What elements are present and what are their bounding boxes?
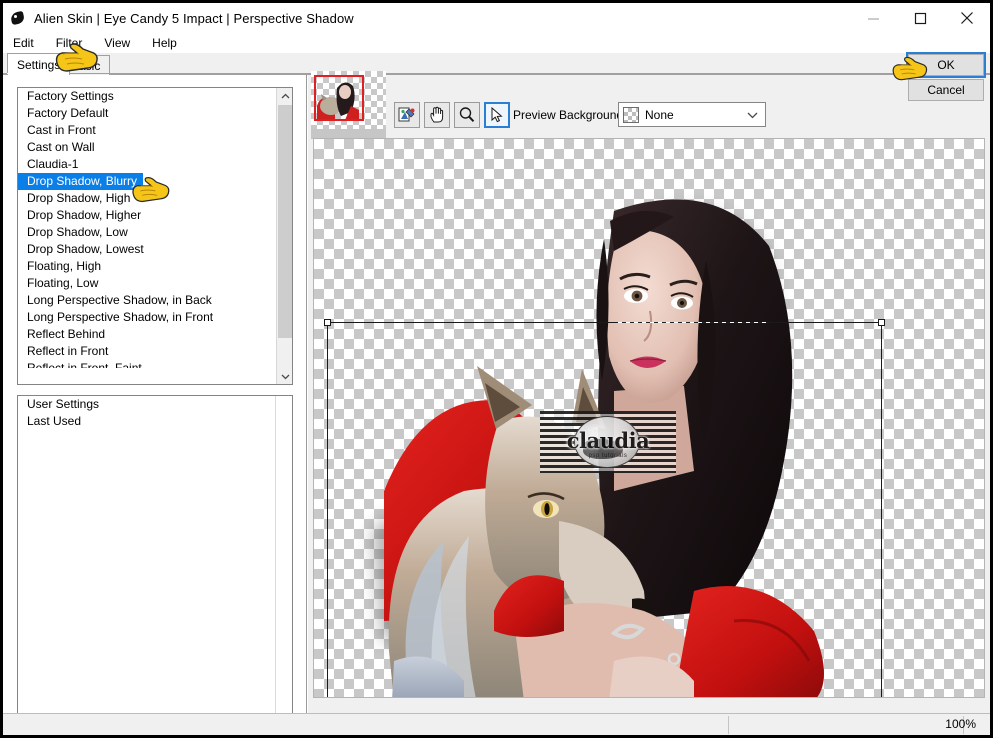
- zoom-magnifier-button[interactable]: [454, 102, 480, 128]
- navigator-viewport-rect[interactable]: [314, 75, 364, 121]
- list-item[interactable]: Floating, High: [18, 258, 277, 275]
- list-item[interactable]: Factory Default: [18, 105, 277, 122]
- preview-canvas[interactable]: claudia psp tutorials: [313, 138, 985, 698]
- list-item[interactable]: Last Used: [18, 413, 277, 430]
- list-header-factory: Factory Settings: [27, 89, 114, 103]
- list-item[interactable]: Drop Shadow, Higher: [18, 207, 277, 224]
- minimize-button[interactable]: [851, 3, 896, 33]
- settings-panel: Factory Settings Factory Default Cast in…: [3, 75, 307, 735]
- status-divider: [728, 716, 729, 734]
- watermark-subtext: psp tutorials: [588, 453, 628, 459]
- preview-toolbar: Preview Background: None OK Cancel: [308, 52, 990, 139]
- maximize-button[interactable]: [898, 3, 943, 33]
- transparency-swatch-icon: [623, 106, 639, 123]
- compare-preview-icon: [398, 107, 415, 122]
- menu-item-view[interactable]: View: [104, 33, 130, 53]
- active-tab-underline: [7, 73, 61, 74]
- factory-list-scrollbar[interactable]: [276, 88, 292, 384]
- list-item[interactable]: Cast on Wall: [18, 139, 277, 156]
- menu-item-edit[interactable]: Edit: [13, 33, 34, 53]
- pan-hand-button[interactable]: [424, 102, 450, 128]
- list-item[interactable]: Long Perspective Shadow, in Front: [18, 309, 277, 326]
- list-item[interactable]: Floating, Low: [18, 275, 277, 292]
- preview-background-value: None: [645, 107, 674, 122]
- watermark-text: claudia: [566, 428, 650, 453]
- zoom-level-indicator: 100%: [945, 717, 976, 731]
- cancel-button[interactable]: Cancel: [908, 79, 984, 101]
- menu-bar: Edit Filter View Help: [3, 33, 990, 53]
- watermark-overlay: claudia psp tutorials: [540, 411, 676, 473]
- ok-button[interactable]: OK: [906, 52, 986, 78]
- listbox-divider: [275, 396, 276, 735]
- preview-background-label: Preview Background:: [513, 108, 627, 122]
- scroll-up-arrow[interactable]: [277, 88, 292, 104]
- arrow-pointer-button[interactable]: [484, 102, 510, 128]
- list-item[interactable]: Long Perspective Shadow, in Back: [18, 292, 277, 309]
- list-item[interactable]: Reflect Behind: [18, 326, 277, 343]
- list-item[interactable]: Reflect in Front: [18, 343, 277, 360]
- alien-skin-icon: [9, 10, 26, 26]
- status-bar: 100%: [3, 713, 990, 735]
- close-button[interactable]: [944, 3, 989, 33]
- close-icon: [960, 12, 973, 24]
- user-settings-list: User Settings Last Used: [18, 396, 277, 430]
- list-item[interactable]: Drop Shadow, High: [18, 190, 277, 207]
- factory-settings-listbox[interactable]: Factory Settings Factory Default Cast in…: [17, 87, 293, 385]
- tab-strip: Settings Basic: [3, 53, 990, 75]
- application-window: Alien Skin | Eye Candy 5 Impact | Perspe…: [0, 0, 993, 738]
- maximize-icon: [914, 12, 927, 24]
- hand-pan-icon: [430, 106, 444, 123]
- zoom-magnifier-icon: [459, 107, 475, 122]
- chevron-up-icon: [281, 93, 289, 98]
- navigator-thumbnail[interactable]: [311, 71, 386, 134]
- preview-pane: Preview Background: None OK Cancel claud…: [308, 52, 990, 715]
- list-item[interactable]: Cast in Front: [18, 122, 277, 139]
- scroll-down-arrow[interactable]: [277, 368, 292, 384]
- menu-item-help[interactable]: Help: [152, 33, 177, 53]
- arrow-pointer-icon: [491, 107, 503, 123]
- list-item[interactable]: Claudia-1: [18, 156, 277, 173]
- scrollbar-thumb[interactable]: [278, 105, 292, 338]
- compare-preview-button[interactable]: [394, 102, 420, 128]
- list-header-user: User Settings: [27, 397, 100, 411]
- list-item[interactable]: Drop Shadow, Lowest: [18, 241, 277, 258]
- chevron-down-icon[interactable]: [739, 111, 765, 119]
- list-item-selected-wrap: Drop Shadow, Blurry: [18, 173, 277, 190]
- chevron-down-icon: [281, 374, 289, 379]
- window-title: Alien Skin | Eye Candy 5 Impact | Perspe…: [34, 10, 354, 26]
- minimize-icon: [868, 18, 879, 19]
- menu-item-filter[interactable]: Filter: [56, 33, 83, 53]
- tab-settings[interactable]: Settings: [7, 53, 71, 75]
- preview-background-select[interactable]: None: [618, 102, 766, 127]
- user-settings-listbox[interactable]: User Settings Last Used: [17, 395, 293, 735]
- title-bar: Alien Skin | Eye Candy 5 Impact | Perspe…: [3, 3, 990, 33]
- list-item-selected[interactable]: Drop Shadow, Blurry: [18, 173, 144, 190]
- list-item[interactable]: Drop Shadow, Low: [18, 224, 277, 241]
- list-item-partial[interactable]: Reflect in Front, Faint: [18, 360, 277, 368]
- factory-settings-list: Factory Settings Factory Default Cast in…: [18, 88, 277, 384]
